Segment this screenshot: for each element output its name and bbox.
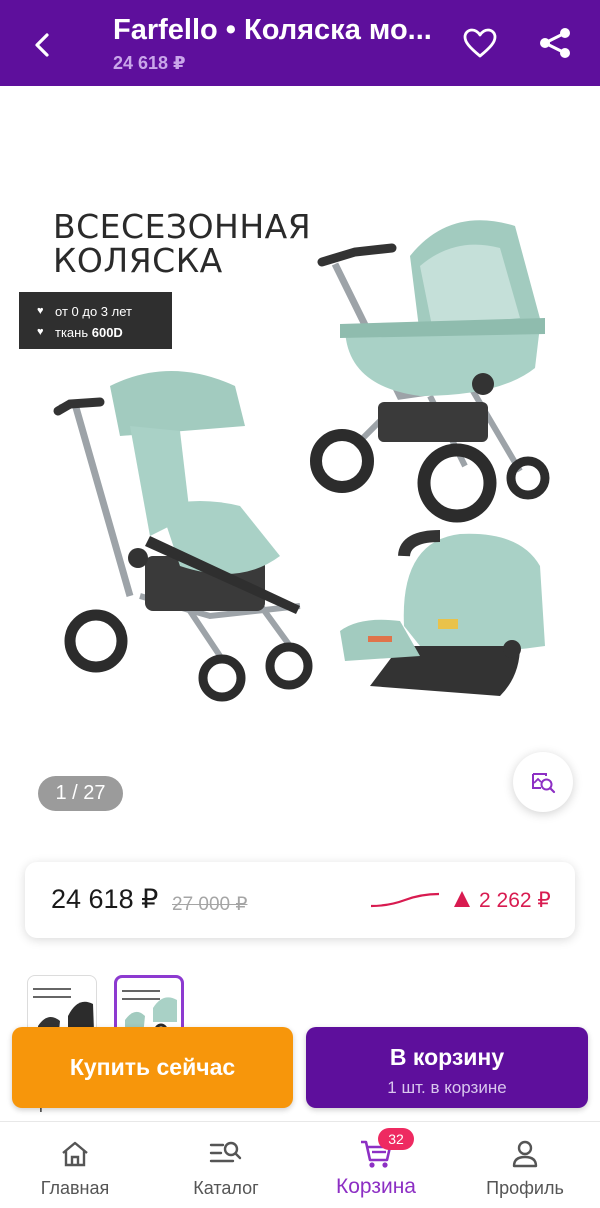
back-arrow-icon — [35, 33, 49, 57]
price-history-sparkline — [370, 892, 440, 908]
promo-badge: от 0 до 3 лет ткань 600D — [19, 292, 172, 349]
product-title: Farfello • Коляска мо... — [113, 14, 432, 46]
share-icon — [540, 28, 570, 58]
add-to-cart-button[interactable]: В корзину 1 шт. в корзине — [306, 1027, 588, 1108]
product-image — [53, 220, 550, 702]
home-icon — [62, 1141, 88, 1167]
promo-heading-line1: ВСЕСЕЗОННАЯ — [53, 207, 312, 246]
promo-heading-line2: КОЛЯСКА — [53, 241, 223, 280]
promo-badge-fabric-prefix: ткань — [55, 325, 92, 340]
header-price: 24 618 ₽ — [113, 53, 186, 73]
nav-item-catalog[interactable]: Каталог — [166, 1122, 286, 1208]
share-button[interactable] — [532, 20, 578, 66]
image-counter: 1 / 27 — [38, 776, 123, 811]
cart-count-badge: 32 — [378, 1128, 414, 1150]
old-price: 27 000 ₽ — [172, 894, 248, 915]
back-button[interactable] — [20, 22, 66, 68]
nav-label-catalog: Каталог — [193, 1178, 259, 1198]
nav-item-profile[interactable]: Профиль — [465, 1122, 585, 1208]
current-price: 24 618 ₽ — [51, 884, 159, 914]
cart-quantity-text: 1 шт. в корзине — [387, 1078, 507, 1097]
catalog-search-icon — [209, 1141, 242, 1163]
zoom-search-icon — [532, 773, 556, 794]
nav-label-profile: Профиль — [486, 1178, 564, 1198]
nav-label-home: Главная — [40, 1178, 110, 1198]
price-card[interactable]: 24 618 ₽ 27 000 ₽ 2 262 ₽ — [25, 862, 575, 938]
favorite-button[interactable] — [457, 20, 503, 66]
buy-now-button[interactable]: Купить сейчас — [12, 1027, 293, 1108]
app-header: Farfello • Коляска мо... 24 618 ₽ — [0, 0, 600, 86]
heart-icon — [463, 28, 497, 58]
promo-badge-fabric-value: 600D — [91, 325, 123, 340]
product-image-gallery[interactable]: ВСЕСЕЗОННАЯ КОЛЯСКА от 0 до 3 лет ткань … — [0, 86, 600, 826]
nav-item-cart[interactable]: 32 Корзина — [316, 1122, 436, 1208]
price-change: 2 262 ₽ — [479, 889, 551, 912]
add-to-cart-label: В корзину — [389, 1044, 505, 1070]
bottom-navigation: Главная Каталог 32 Корзина Профиль — [0, 1121, 600, 1208]
promo-heading: ВСЕСЕЗОННАЯ КОЛЯСКА — [53, 210, 311, 278]
profile-icon — [512, 1140, 538, 1168]
nav-label-cart: Корзина — [336, 1175, 416, 1198]
zoom-button[interactable] — [513, 752, 573, 812]
promo-badge-fabric: ткань 600D — [37, 322, 172, 343]
price-up-arrow-icon — [454, 891, 470, 907]
promo-badge-age: от 0 до 3 лет — [37, 301, 172, 322]
nav-item-home[interactable]: Главная — [15, 1122, 135, 1208]
